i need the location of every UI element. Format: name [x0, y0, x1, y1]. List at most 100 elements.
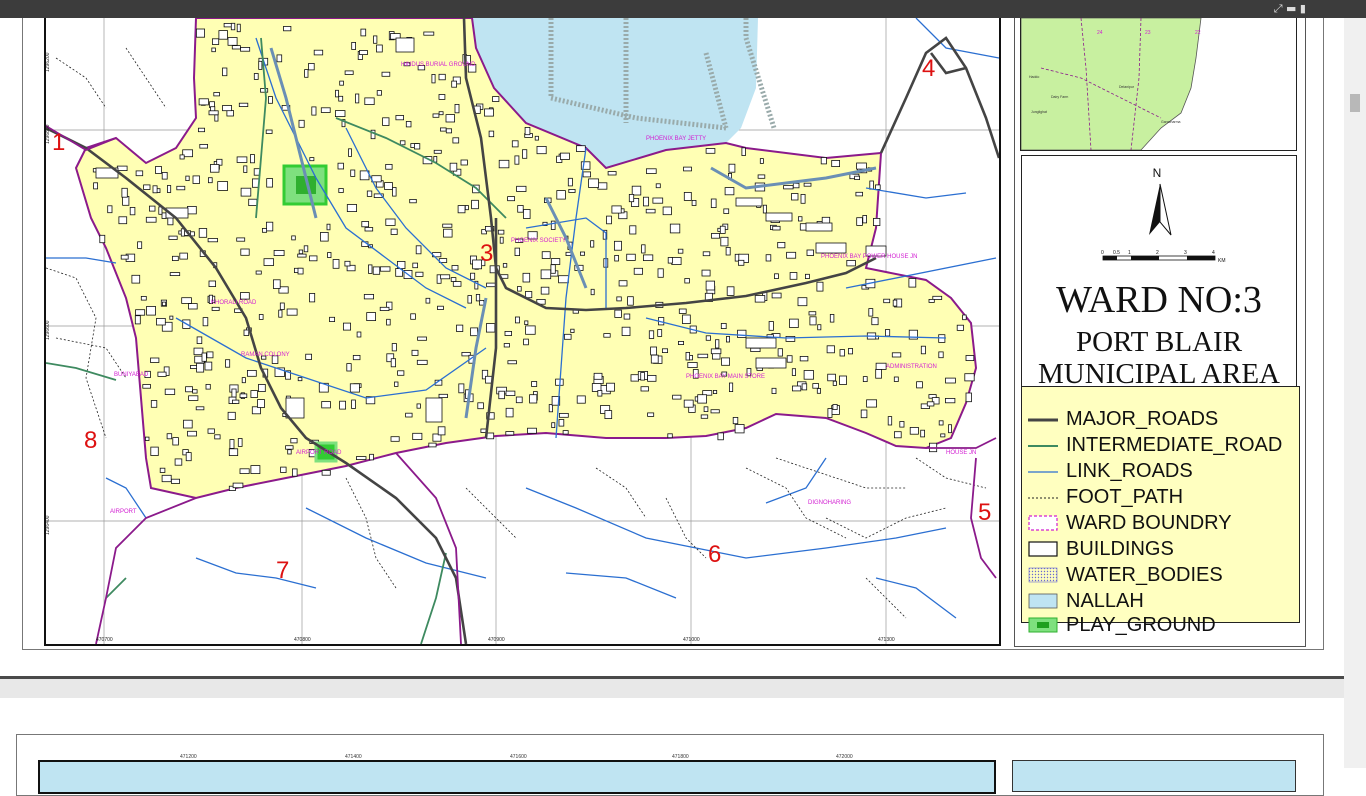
building [799, 355, 809, 362]
ward-label-8: 8 [84, 427, 97, 454]
building [327, 252, 332, 258]
building [808, 311, 817, 316]
building [719, 225, 726, 234]
ward-boundary-symbol [1028, 515, 1058, 531]
building [792, 182, 800, 189]
pdf-page-2: 471200 471400 471600 471800 472000 [0, 698, 1344, 796]
building [916, 381, 923, 389]
building [118, 216, 128, 225]
inset-number: 23 [1145, 30, 1151, 36]
building [522, 149, 528, 159]
building [631, 185, 642, 196]
legend-label: FOOT_PATH [1066, 486, 1184, 508]
building [239, 468, 250, 474]
building [806, 249, 814, 256]
building [350, 169, 356, 177]
building [363, 293, 374, 300]
building [648, 330, 655, 339]
building [529, 394, 538, 404]
building [291, 235, 296, 241]
building [373, 35, 378, 44]
scale-tick: 4 [1212, 250, 1215, 256]
building [540, 269, 552, 280]
building [320, 231, 329, 242]
ward-label-5: 5 [978, 499, 991, 526]
building [616, 296, 622, 302]
building [397, 370, 405, 376]
building [205, 383, 211, 390]
building [710, 198, 717, 209]
building [894, 431, 902, 439]
building [308, 63, 315, 71]
building [231, 399, 240, 404]
building [827, 373, 836, 382]
building [386, 318, 391, 326]
place-label: AIRPORT ROAD [296, 450, 342, 456]
building [720, 236, 729, 247]
building [492, 96, 500, 102]
building [198, 228, 208, 238]
building [647, 374, 657, 382]
scale-bar [1102, 255, 1216, 261]
building [684, 278, 690, 284]
building [729, 382, 734, 393]
building [550, 258, 561, 265]
building [568, 188, 576, 193]
building [702, 251, 711, 257]
building [179, 154, 185, 160]
building [502, 263, 508, 268]
building [893, 376, 899, 382]
building [451, 265, 459, 271]
building [416, 403, 421, 409]
building [352, 354, 361, 361]
building [395, 115, 404, 121]
building [364, 97, 375, 106]
x-tick-label: 471300 [878, 637, 895, 643]
building [337, 162, 344, 170]
building [582, 171, 591, 178]
building [150, 400, 158, 408]
building [785, 335, 796, 342]
building [705, 280, 715, 291]
scroll-thumb[interactable] [1350, 94, 1360, 112]
building [405, 412, 413, 418]
building [382, 117, 390, 126]
building [246, 369, 257, 377]
building [379, 266, 391, 272]
x-tick-label: 470900 [488, 637, 505, 643]
building [710, 409, 720, 414]
toolbar-icons[interactable]: ⤢ ▬ ▮ [1274, 2, 1306, 16]
building [741, 147, 746, 157]
building [564, 333, 572, 340]
scale-tick: 1 [1128, 250, 1131, 256]
legend-item-play-ground: PLAY_GROUND [1022, 613, 1299, 639]
building [551, 422, 556, 429]
building [253, 73, 259, 80]
building [580, 251, 586, 256]
building [869, 180, 874, 190]
building [440, 274, 451, 280]
building [590, 288, 595, 296]
building [346, 363, 352, 372]
building [945, 377, 956, 384]
building [641, 244, 646, 254]
building [772, 225, 781, 231]
building [285, 445, 294, 450]
building [238, 102, 249, 107]
major-road-symbol [1028, 418, 1058, 422]
inset-number: 24 [1097, 30, 1103, 36]
building [726, 336, 731, 343]
building [558, 419, 565, 427]
building [745, 337, 777, 349]
building [677, 248, 684, 254]
title-box: N 0 0.5 1 2 3 4 KM WARD NO:3 PORT BLAIR … [1021, 155, 1297, 400]
page2-x-tick: 471400 [345, 754, 362, 760]
y-tick-label: 1296800 [46, 124, 51, 144]
ward-label-6: 6 [708, 541, 721, 568]
building [909, 426, 919, 435]
building [657, 268, 664, 278]
building [413, 143, 421, 150]
vertical-scrollbar[interactable] [1344, 18, 1366, 768]
document-viewport: 1 3 4 5 6 7 8 HINDUS BURIAL GROUND PHOENI… [0, 18, 1344, 796]
scale-tick: 2 [1156, 250, 1159, 256]
